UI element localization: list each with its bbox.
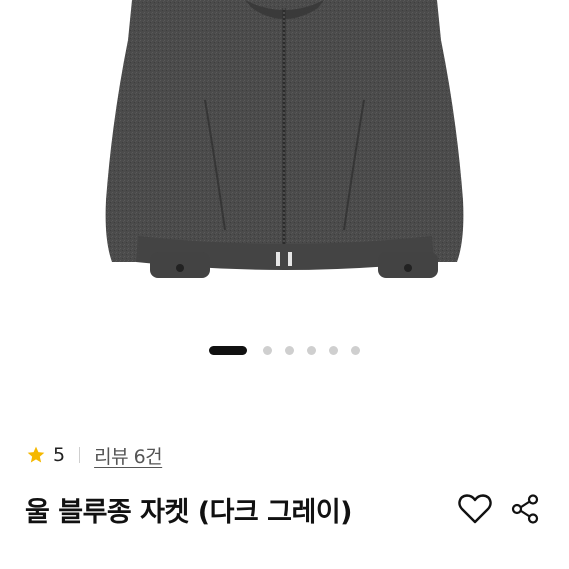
carousel-dot[interactable]: [307, 345, 317, 355]
product-title: 울 블루종 자켓 (다크 그레이): [25, 496, 353, 528]
carousel-dot[interactable]: [329, 345, 339, 355]
product-detail-page: 5 리뷰 6건 울 블루종 자켓 (다크 그레이): [0, 0, 569, 569]
rating-value: 5: [53, 444, 66, 466]
heart-icon: [458, 494, 492, 524]
product-actions: [455, 489, 545, 529]
carousel-indicator[interactable]: [0, 344, 569, 356]
share-button[interactable]: [505, 489, 545, 529]
product-image[interactable]: [0, 0, 569, 330]
divider: [79, 447, 81, 463]
jacket-illustration: [105, 0, 464, 278]
carousel-dot[interactable]: [263, 345, 273, 355]
carousel-dot[interactable]: [351, 345, 361, 355]
product-title-row: 울 블루종 자켓 (다크 그레이): [25, 487, 545, 531]
rating-row: 5 리뷰 6건: [26, 441, 163, 469]
review-count-link[interactable]: 리뷰 6건: [94, 442, 163, 469]
carousel-dot[interactable]: [285, 345, 295, 355]
carousel-dot-active[interactable]: [208, 345, 247, 355]
share-icon: [511, 494, 539, 524]
wishlist-button[interactable]: [455, 489, 495, 529]
star-icon: [27, 446, 45, 463]
